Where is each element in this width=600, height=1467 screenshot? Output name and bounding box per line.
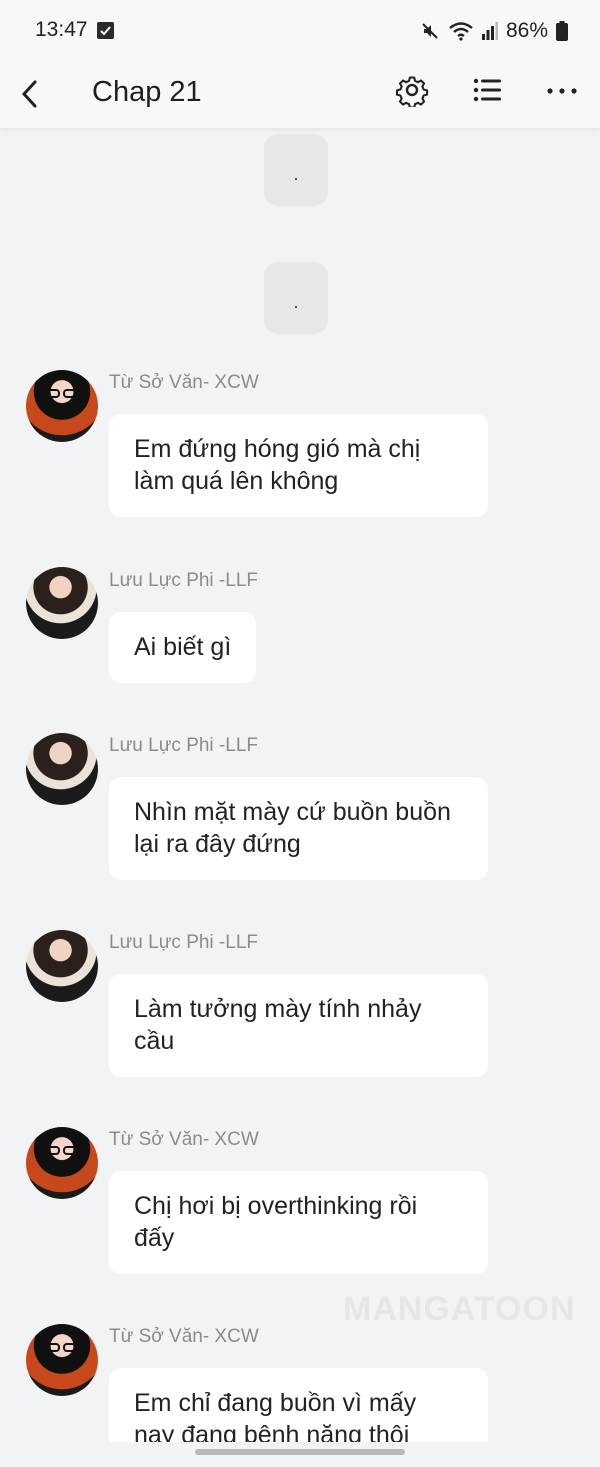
avatar[interactable]	[26, 930, 98, 1002]
avatar[interactable]	[26, 370, 98, 442]
sender-name: Từ Sở Văn- XCW	[109, 1326, 259, 1347]
sender-name: Từ Sở Văn- XCW	[109, 372, 259, 393]
more-options-button[interactable]	[545, 74, 579, 108]
battery-icon	[556, 21, 568, 41]
battery-percent: 86%	[505, 19, 548, 42]
status-icons: 86%	[420, 18, 568, 44]
sender-name: Lưu Lực Phi -LLF	[109, 735, 259, 756]
sender-name: Lưu Lực Phi -LLF	[109, 932, 259, 953]
list-icon	[473, 78, 501, 102]
message-bubble: Ai biết gì	[109, 612, 257, 683]
message-bubble: Em chỉ đang buồn vì mấy nay đang bệnh nă…	[109, 1368, 488, 1442]
back-button[interactable]	[12, 72, 46, 116]
chevron-left-icon	[21, 80, 37, 108]
page-title: Chap 21	[92, 76, 202, 108]
message-bubble: Làm tưởng mày tính nhảy cầu	[109, 974, 488, 1077]
avatar[interactable]	[26, 567, 98, 639]
chapter-list-button[interactable]	[470, 73, 504, 107]
message-bubble: Nhìn mặt mày cứ buồn buồn lại ra đây đứn…	[109, 777, 488, 880]
more-horizontal-icon	[547, 88, 577, 94]
wifi-icon	[449, 22, 473, 41]
settings-button[interactable]	[395, 73, 429, 109]
checkbox-notification-icon	[97, 22, 114, 39]
sender-name: Lưu Lực Phi -LLF	[109, 570, 259, 591]
avatar[interactable]	[26, 1127, 98, 1199]
avatar[interactable]	[26, 1324, 98, 1396]
gear-icon	[395, 76, 429, 109]
status-time: 13:47	[35, 18, 88, 41]
watermark: MANGATOON	[343, 1290, 576, 1328]
ellipsis-bubble: .	[264, 134, 328, 206]
message-bubble: Chị hơi bị overthinking rồi đấy	[109, 1171, 488, 1274]
avatar[interactable]	[26, 733, 98, 805]
chat-content[interactable]: . . Từ Sở Văn- XCW Em đứng hóng gió mà c…	[0, 128, 600, 1442]
app-bar: Chap 21	[0, 62, 600, 128]
signal-icon	[481, 22, 498, 40]
status-bar: 13:47 86%	[0, 0, 600, 62]
sender-name: Từ Sở Văn- XCW	[109, 1129, 259, 1150]
mute-icon	[422, 23, 438, 39]
ellipsis-bubble: .	[264, 262, 328, 334]
home-indicator[interactable]	[195, 1449, 405, 1455]
message-bubble: Em đứng hóng gió mà chị làm quá lên khôn…	[109, 414, 488, 517]
